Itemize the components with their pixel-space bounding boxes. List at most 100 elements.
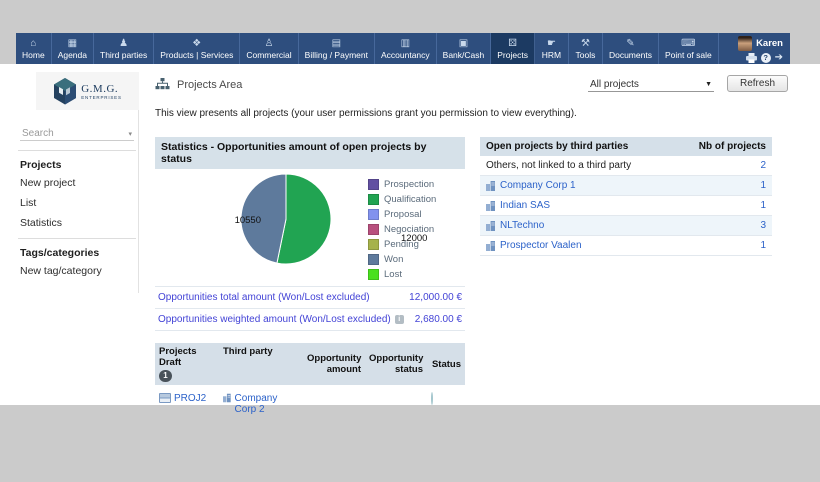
- tab-third-parties[interactable]: ♟Third parties: [94, 33, 154, 64]
- open-projects-header: Open projects by third parties Nb of pro…: [480, 137, 772, 156]
- table-row: Company Corp 1 1: [480, 176, 772, 196]
- divider: [18, 238, 136, 239]
- table-row: Prospector Vaalen 1: [480, 236, 772, 256]
- legend-item: Pending: [368, 237, 436, 252]
- pie-value-won: 10550: [217, 215, 261, 226]
- sidebar-search-select[interactable]: Search ▾: [20, 127, 134, 141]
- left-sidebar: G.M.G. ENTERPRISES Search ▾ Projects New…: [16, 72, 139, 293]
- legend-swatch-qualification: [368, 194, 379, 205]
- products-icon: ❖: [192, 38, 201, 49]
- legend-item: Negociation: [368, 222, 436, 237]
- company-icon: [486, 181, 496, 191]
- tab-home[interactable]: ⌂Home: [16, 33, 52, 64]
- draft-table-title: Projects Draft: [159, 346, 215, 368]
- project-count-link[interactable]: 2: [760, 160, 766, 171]
- pie-legend: Prospection Qualification Proposal Negoc…: [368, 177, 436, 282]
- tab-hrm[interactable]: ☛HRM: [535, 33, 569, 64]
- legend-swatch-prospection: [368, 179, 379, 190]
- project-count-link[interactable]: 1: [760, 180, 766, 191]
- draft-count-badge: 1: [159, 370, 172, 382]
- folders-icon: ▤: [332, 38, 341, 49]
- chevron-down-icon: ▾: [128, 130, 132, 138]
- legend-item: Won: [368, 252, 436, 267]
- third-party-link[interactable]: Company Corp 2: [235, 393, 299, 415]
- page-title: Projects Area: [155, 78, 242, 91]
- company-logo: G.M.G. ENTERPRISES: [36, 72, 139, 110]
- table-row: Others, not linked to a third party 2: [480, 156, 772, 176]
- total-amount-link[interactable]: Opportunities total amount (Won/Lost exc…: [158, 292, 370, 303]
- sidebar-item-new-tag[interactable]: New tag/category: [20, 265, 138, 277]
- document-icon: ✎: [626, 38, 634, 49]
- tab-agenda[interactable]: ▦Agenda: [52, 33, 94, 64]
- top-navbar: ⌂Home ▦Agenda ♟Third parties ❖Products |…: [16, 33, 790, 64]
- tab-documents[interactable]: ✎Documents: [603, 33, 659, 64]
- refresh-button[interactable]: Refresh: [727, 75, 788, 92]
- draft-status-icon: [431, 392, 433, 405]
- col-opportunity-status: Opportunity status: [365, 343, 427, 385]
- printer-icon[interactable]: [746, 53, 757, 63]
- logo-subtext: ENTERPRISES: [81, 95, 122, 100]
- col-third-party: Third party: [219, 343, 303, 385]
- logo-text: G.M.G.: [81, 83, 122, 95]
- total-amount-row: Opportunities total amount (Won/Lost exc…: [155, 287, 465, 309]
- sidebar-item-list[interactable]: List: [20, 197, 138, 209]
- project-filter-select[interactable]: All projects ▼: [588, 78, 714, 92]
- company-icon: [223, 393, 232, 403]
- tab-products-services[interactable]: ❖Products | Services: [154, 33, 240, 64]
- ledger-icon: ▥: [401, 38, 410, 49]
- legend-item: Qualification: [368, 192, 436, 207]
- hand-icon: ☛: [547, 38, 556, 49]
- project-count-link[interactable]: 1: [760, 240, 766, 251]
- tab-billing-payment[interactable]: ▤Billing / Payment: [299, 33, 375, 64]
- sidebar-section-tags: Tags/categories: [20, 247, 138, 259]
- tools-icon: ⚒: [581, 38, 590, 49]
- legend-swatch-lost: [368, 269, 379, 280]
- table-row: NLTechno 3: [480, 216, 772, 236]
- table-row: Indian SAS 1: [480, 196, 772, 216]
- user-box: Karen ? ➔: [734, 33, 790, 64]
- project-count-link[interactable]: 3: [760, 220, 766, 231]
- weighted-amount-link[interactable]: Opportunities weighted amount (Won/Lost …: [158, 314, 391, 325]
- table-row: PROJ2 Company Corp 2: [155, 385, 465, 419]
- col-status: Status: [427, 343, 465, 385]
- user-name: Karen: [756, 38, 783, 49]
- third-party-link[interactable]: Indian SAS: [500, 200, 550, 211]
- open-projects-panel: Open projects by third parties Nb of pro…: [480, 137, 772, 256]
- tab-tools[interactable]: ⚒Tools: [569, 33, 603, 64]
- org-chart-icon: [155, 78, 170, 91]
- logo-hexagon-icon: [53, 78, 77, 105]
- tab-accountancy[interactable]: ▥Accountancy: [375, 33, 437, 64]
- tab-bank-cash[interactable]: ▣Bank/Cash: [437, 33, 492, 64]
- avatar[interactable]: [738, 36, 752, 51]
- person-icon: ♙: [265, 38, 274, 49]
- legend-swatch-pending: [368, 239, 379, 250]
- sidebar-item-statistics[interactable]: Statistics: [20, 217, 138, 229]
- project-ref-link[interactable]: PROJ2: [174, 393, 206, 404]
- total-amount-value: 12,000.00 €: [409, 292, 462, 303]
- weighted-amount-value: 2,680.00 €: [415, 314, 462, 325]
- legend-swatch-negociation: [368, 224, 379, 235]
- divider: [18, 150, 136, 151]
- info-icon[interactable]: i: [395, 315, 404, 324]
- logout-icon[interactable]: ➔: [775, 53, 783, 63]
- bank-icon: ▣: [459, 38, 468, 49]
- third-party-link[interactable]: Prospector Vaalen: [500, 240, 582, 251]
- statistics-panel: Statistics - Opportunities amount of ope…: [155, 137, 465, 419]
- tab-commercial[interactable]: ♙Commercial: [240, 33, 298, 64]
- sidebar-section-projects: Projects: [20, 159, 138, 171]
- legend-item: Proposal: [368, 207, 436, 222]
- pos-icon: ⌨: [681, 38, 695, 49]
- tab-point-of-sale[interactable]: ⌨Point of sale: [659, 33, 719, 64]
- third-party-link[interactable]: Company Corp 1: [500, 180, 576, 191]
- chevron-down-icon: ▼: [705, 81, 712, 88]
- tab-projects[interactable]: ⚄Projects: [491, 33, 535, 64]
- sidebar-item-new-project[interactable]: New project: [20, 177, 138, 189]
- legend-item: Prospection: [368, 177, 436, 192]
- project-count-link[interactable]: 1: [760, 200, 766, 211]
- help-icon[interactable]: ?: [761, 53, 771, 63]
- statistics-header: Statistics - Opportunities amount of ope…: [155, 137, 465, 169]
- third-party-link[interactable]: NLTechno: [500, 220, 544, 231]
- permissions-note: This view presents all projects (your us…: [155, 108, 577, 119]
- weighted-amount-row: Opportunities weighted amount (Won/Lost …: [155, 309, 465, 331]
- pie-chart-region: 10550 12000 Prospection Qualification Pr…: [155, 169, 465, 286]
